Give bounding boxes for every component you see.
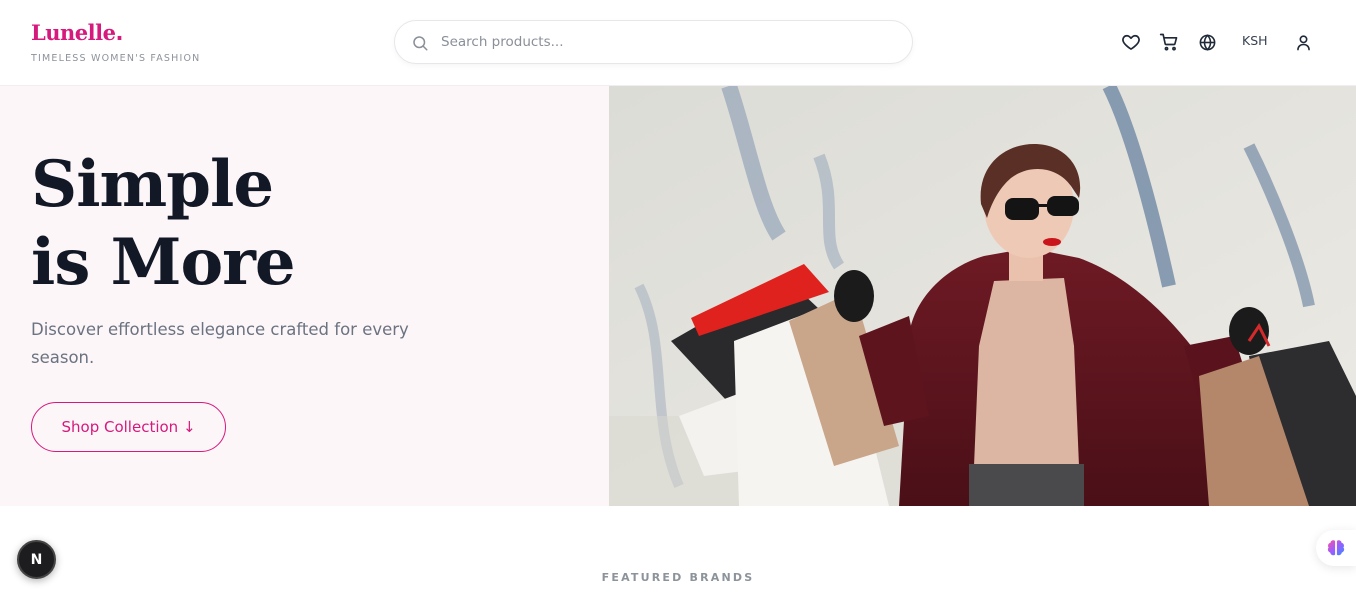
search-icon (413, 36, 428, 51)
brand-name: Lunelle (31, 20, 116, 45)
brand-logo[interactable]: Lunelle. (31, 20, 123, 45)
cart-icon (1159, 33, 1178, 51)
featured-brands-heading: FEATURED BRANDS (601, 571, 755, 584)
hero-subtitle: Discover effortless elegance crafted for… (31, 320, 409, 367)
shop-collection-button[interactable]: Shop Collection ↓ (31, 402, 226, 452)
user-icon (1296, 34, 1310, 50)
hero-title: Simple is More (31, 146, 296, 302)
language-button[interactable] (1196, 31, 1218, 53)
currency-selector[interactable]: KSH (1242, 33, 1268, 48)
brand-dot: . (115, 21, 124, 45)
hero-title-line-1: Simple (31, 147, 274, 222)
site-header: Lunelle. TIMELESS WOMEN'S FASHION KSH (0, 0, 1356, 86)
hero-image (609, 86, 1356, 506)
nextjs-dev-badge[interactable]: N (17, 540, 56, 579)
assistant-widget-button[interactable] (1316, 530, 1356, 566)
globe-icon (1199, 33, 1215, 51)
hero-title-line-2: is More (31, 225, 296, 300)
wishlist-button[interactable] (1120, 31, 1142, 53)
nextjs-badge-letter: N (30, 551, 43, 568)
search-bar[interactable] (394, 20, 913, 64)
brain-icon (1327, 540, 1345, 556)
search-input[interactable] (441, 21, 891, 63)
brand-tagline: TIMELESS WOMEN'S FASHION (31, 53, 201, 64)
cart-button[interactable] (1158, 31, 1180, 53)
hero-photo-woman-with-shopping-bags (609, 86, 1356, 506)
account-button[interactable] (1292, 31, 1314, 53)
heart-icon (1122, 34, 1140, 50)
